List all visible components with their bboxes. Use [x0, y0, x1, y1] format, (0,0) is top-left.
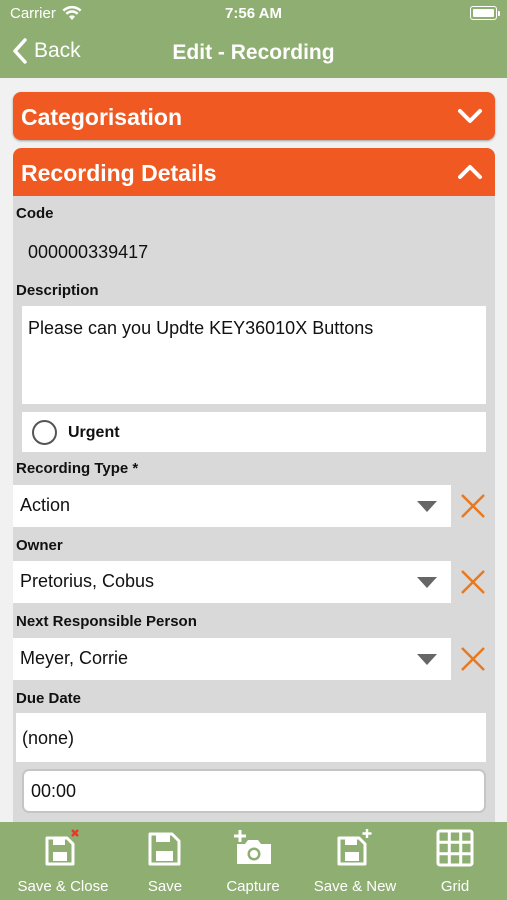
save-close-icon	[45, 829, 79, 866]
battery-icon	[470, 6, 500, 20]
due-date-value: (none)	[22, 728, 75, 748]
capture-label: Capture	[226, 878, 280, 895]
status-time: 7:56 AM	[225, 5, 282, 22]
categorisation-section-header[interactable]: Categorisation	[13, 92, 495, 140]
due-date-label: Due Date	[16, 690, 82, 707]
code-value: 000000339417	[28, 242, 149, 262]
navigation-bar: Back Edit - Recording	[0, 28, 507, 78]
next-responsible-value: Meyer, Corrie	[20, 648, 129, 668]
chevron-down-icon	[458, 109, 482, 123]
recording-details-title: Recording Details	[21, 160, 217, 186]
save-button[interactable]: Save	[142, 828, 188, 895]
save-new-icon	[337, 829, 372, 866]
clear-recording-type-icon[interactable]	[459, 492, 487, 520]
save-new-label: Save & New	[313, 878, 397, 895]
recording-details-section-header[interactable]: Recording Details	[13, 148, 495, 196]
dropdown-caret-icon	[417, 654, 437, 665]
due-time-field[interactable]: 00:00	[22, 769, 486, 813]
urgent-radio[interactable]	[32, 420, 57, 445]
owner-select[interactable]: Pretorius, Cobus	[13, 561, 451, 603]
bottom-toolbar: Save & Close Save Capture Save & New Gri…	[0, 822, 507, 900]
page-title: Edit - Recording	[172, 41, 335, 64]
save-new-button[interactable]: Save & New	[307, 828, 403, 895]
recording-type-value: Action	[20, 495, 71, 515]
save-close-button[interactable]: Save & Close	[14, 828, 112, 895]
chevron-up-icon	[458, 165, 482, 179]
code-label: Code	[16, 205, 54, 222]
grid-icon	[436, 829, 474, 867]
grid-label: Grid	[440, 878, 470, 895]
next-responsible-label: Next Responsible Person	[16, 613, 197, 630]
owner-value: Pretorius, Cobus	[20, 571, 155, 591]
recording-type-label: Recording Type *	[16, 460, 139, 477]
clear-owner-icon[interactable]	[459, 568, 487, 596]
capture-button[interactable]: Capture	[222, 828, 284, 895]
description-label: Description	[16, 282, 99, 299]
categorisation-title: Categorisation	[21, 104, 183, 130]
camera-add-icon	[234, 830, 271, 864]
save-label: Save	[147, 878, 183, 895]
recording-type-select[interactable]: Action	[13, 485, 451, 527]
content-area: Categorisation Recording Details Code 00…	[0, 78, 507, 822]
dropdown-caret-icon	[417, 577, 437, 588]
save-icon	[148, 832, 181, 866]
dropdown-caret-icon	[417, 501, 437, 512]
description-field[interactable]: Please can you Updte KEY36010X Buttons	[22, 306, 486, 404]
clear-next-responsible-icon[interactable]	[459, 645, 487, 673]
due-date-field[interactable]: (none)	[16, 713, 486, 762]
due-time-value: 00:00	[31, 781, 77, 801]
recording-details-section: Recording Details Code 000000339417 Desc…	[13, 148, 495, 822]
urgent-option[interactable]: Urgent	[22, 412, 486, 452]
description-value: Please can you Updte KEY36010X Buttons	[28, 318, 374, 338]
grid-button[interactable]: Grid	[435, 828, 475, 895]
status-bar: Carrier 7:56 AM	[0, 0, 507, 28]
owner-label: Owner	[16, 537, 63, 554]
next-responsible-select[interactable]: Meyer, Corrie	[13, 638, 451, 680]
save-close-label: Save & Close	[17, 878, 109, 895]
urgent-label: Urgent	[68, 424, 120, 441]
